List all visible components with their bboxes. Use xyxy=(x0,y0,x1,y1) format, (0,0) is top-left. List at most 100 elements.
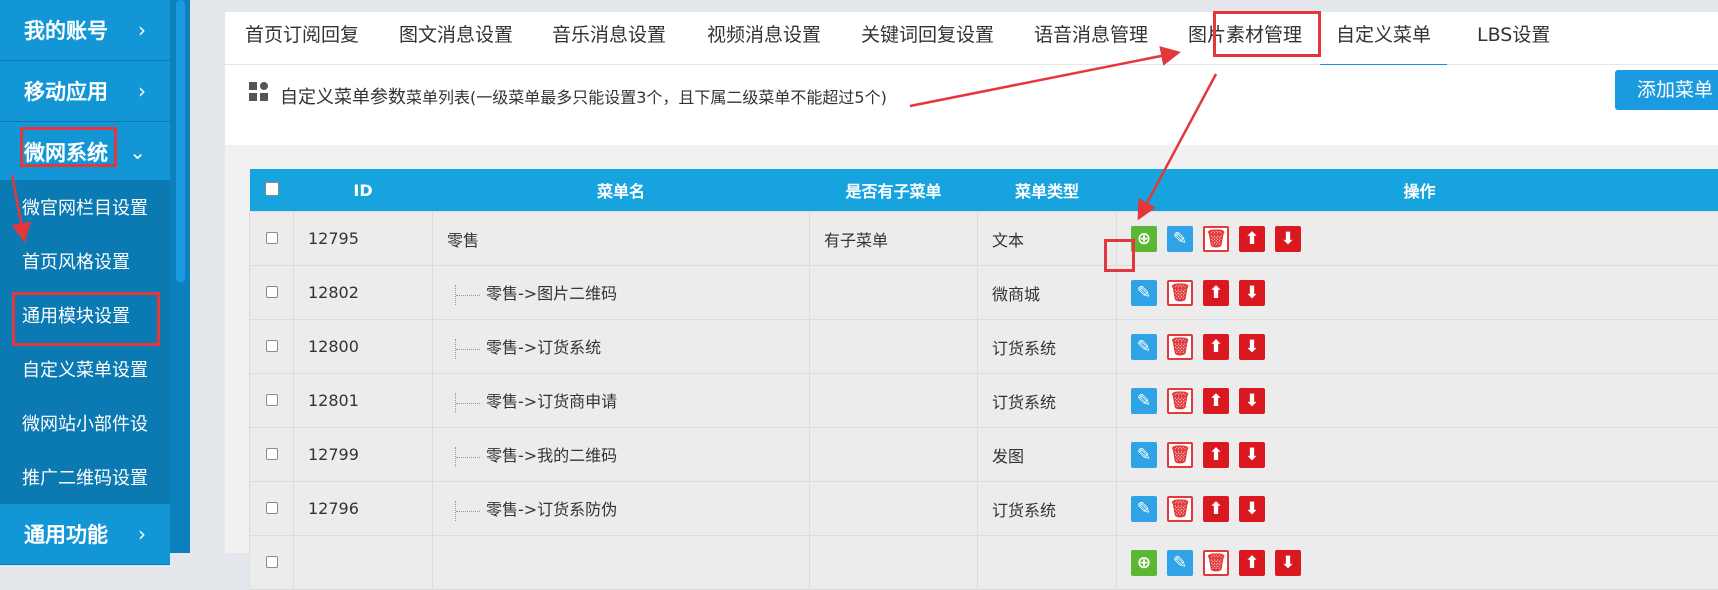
cell-has-sub: 有子菜单 xyxy=(810,212,978,266)
table-row: ⊕ ✎ 🗑 ⬆ ⬇ xyxy=(250,536,1718,590)
move-up-button[interactable]: ⬆ xyxy=(1203,496,1229,522)
add-menu-button[interactable]: 添加菜单 xyxy=(1615,70,1718,110)
menu-table: ID 菜单名 是否有子菜单 菜单类型 操作 12795零售有子菜单文本⊕✎🗑⬆⬇… xyxy=(249,169,1718,590)
move-up-button[interactable]: ⬆ xyxy=(1203,334,1229,360)
move-up-button[interactable]: ⬆ xyxy=(1239,226,1265,252)
move-up-button[interactable]: ⬆ xyxy=(1203,388,1229,414)
cell-id: 12801 xyxy=(294,374,433,428)
cell-actions: ✎ 🗑 ⬆ ⬇ xyxy=(1117,266,1718,320)
cell-actions: ⊕ ✎ 🗑 ⬆ ⬇ xyxy=(1117,212,1718,266)
arrow-up-icon: ⬆ xyxy=(1209,445,1223,465)
edit-button[interactable]: ✎ xyxy=(1167,226,1193,252)
sidebar-subitem-module-settings[interactable]: 通用模块设置 xyxy=(0,288,170,342)
trash-icon: 🗑 xyxy=(1169,445,1191,465)
sidebar-subitem-column-settings[interactable]: 微官网栏目设置 xyxy=(0,180,170,234)
delete-button[interactable]: 🗑 xyxy=(1203,550,1229,576)
add-submenu-button[interactable]: ⊕ xyxy=(1131,226,1157,252)
sidebar-subitem-widgets[interactable]: 微网站小部件设 xyxy=(0,396,170,450)
tab-keyword-reply[interactable]: 关键词回复设置 xyxy=(861,12,994,64)
arrow-up-icon: ⬆ xyxy=(1245,553,1259,573)
sidebar-subitem-custom-menu[interactable]: 自定义菜单设置 xyxy=(0,342,170,396)
column-header-type: 菜单类型 xyxy=(978,169,1117,212)
table-header-row: ID 菜单名 是否有子菜单 菜单类型 操作 xyxy=(250,169,1718,212)
notice-title: 自定义菜单参数菜单列表(一级菜单最多只能设置3个，且下属二级菜单不能超过5个) xyxy=(280,83,887,109)
delete-button[interactable]: 🗑 xyxy=(1167,334,1193,360)
select-all-cell xyxy=(250,169,294,212)
tab-lbs-settings[interactable]: LBS设置 xyxy=(1477,12,1550,64)
add-submenu-button[interactable]: ⊕ xyxy=(1131,550,1157,576)
select-all-checkbox[interactable] xyxy=(265,182,279,196)
cell-has-sub xyxy=(810,482,978,536)
cell-name xyxy=(433,536,810,590)
arrow-down-icon: ⬇ xyxy=(1245,337,1259,357)
sidebar-item-general[interactable]: 通用功能 › xyxy=(0,504,170,565)
cell-type: 订货系统 xyxy=(978,482,1117,536)
arrow-up-icon: ⬆ xyxy=(1209,337,1223,357)
cell-type: 订货系统 xyxy=(978,374,1117,428)
sidebar-subitem-qrcode[interactable]: 推广二维码设置 xyxy=(0,450,170,504)
menu-name-text: 零售->我的二维码 xyxy=(486,446,617,465)
sidebar-subitem-label: 微网站小部件设 xyxy=(22,410,148,436)
tab-home-reply[interactable]: 首页订阅回复 xyxy=(245,12,359,64)
row-checkbox[interactable] xyxy=(266,340,278,352)
arrow-down-icon: ⬇ xyxy=(1245,283,1259,303)
move-down-button[interactable]: ⬇ xyxy=(1239,334,1265,360)
edit-button[interactable]: ✎ xyxy=(1131,280,1157,306)
move-down-button[interactable]: ⬇ xyxy=(1239,496,1265,522)
tab-image-assets[interactable]: 图片素材管理 xyxy=(1188,12,1302,64)
column-header-actions: 操作 xyxy=(1117,169,1718,212)
cell-id: 12799 xyxy=(294,428,433,482)
cell-has-sub xyxy=(810,320,978,374)
row-checkbox[interactable] xyxy=(266,502,278,514)
tab-news-settings[interactable]: 图文消息设置 xyxy=(399,12,513,64)
arrow-up-icon: ⬆ xyxy=(1209,499,1223,519)
cell-actions: ✎ 🗑 ⬆ ⬇ xyxy=(1117,428,1718,482)
row-checkbox[interactable] xyxy=(266,286,278,298)
tab-video-settings[interactable]: 视频消息设置 xyxy=(707,12,821,64)
pencil-icon: ✎ xyxy=(1173,553,1187,573)
sidebar-scrollbar-thumb[interactable] xyxy=(176,0,185,282)
chevron-down-icon: ⌄ xyxy=(129,140,146,164)
sidebar-item-my-account[interactable]: 我的账号 › xyxy=(0,0,170,61)
delete-button[interactable]: 🗑 xyxy=(1167,496,1193,522)
cell-type: 微商城 xyxy=(978,266,1117,320)
sidebar-subitem-style-settings[interactable]: 首页风格设置 xyxy=(0,234,170,288)
tab-voice-manage[interactable]: 语音消息管理 xyxy=(1034,12,1148,64)
tab-music-settings[interactable]: 音乐消息设置 xyxy=(552,12,666,64)
table-row: 12802零售->图片二维码微商城✎🗑⬆⬇ xyxy=(250,266,1718,320)
edit-button[interactable]: ✎ xyxy=(1131,442,1157,468)
move-up-button[interactable]: ⬆ xyxy=(1203,280,1229,306)
tree-connector xyxy=(455,339,482,359)
row-checkbox[interactable] xyxy=(266,448,278,460)
notice-hint: 菜单列表(一级菜单最多只能设置3个，且下属二级菜单不能超过5个) xyxy=(406,88,887,107)
edit-button[interactable]: ✎ xyxy=(1167,550,1193,576)
move-up-button[interactable]: ⬆ xyxy=(1203,442,1229,468)
row-checkbox[interactable] xyxy=(266,556,278,568)
move-down-button[interactable]: ⬇ xyxy=(1275,226,1301,252)
delete-button[interactable]: 🗑 xyxy=(1167,388,1193,414)
tree-connector xyxy=(455,285,482,305)
sidebar: 我的账号 › 移动应用 › 微网系统 ⌄ 微官网栏目设置 首页风格设置 通用模块… xyxy=(0,0,190,553)
move-down-button[interactable]: ⬇ xyxy=(1239,442,1265,468)
delete-button[interactable]: 🗑 xyxy=(1167,442,1193,468)
cell-type: 订货系统 xyxy=(978,320,1117,374)
edit-button[interactable]: ✎ xyxy=(1131,334,1157,360)
tab-custom-menu[interactable]: 自定义菜单 xyxy=(1320,12,1447,67)
table-row: 12801零售->订货商申请订货系统✎🗑⬆⬇ xyxy=(250,374,1718,428)
row-checkbox[interactable] xyxy=(266,232,278,244)
move-down-button[interactable]: ⬇ xyxy=(1239,280,1265,306)
row-checkbox[interactable] xyxy=(266,394,278,406)
edit-button[interactable]: ✎ xyxy=(1131,496,1157,522)
move-up-button[interactable]: ⬆ xyxy=(1239,550,1265,576)
menu-name-text: 零售->图片二维码 xyxy=(486,284,617,303)
sidebar-item-micro-site[interactable]: 微网系统 ⌄ xyxy=(0,122,170,183)
arrow-up-icon: ⬆ xyxy=(1209,391,1223,411)
delete-button[interactable]: 🗑 xyxy=(1167,280,1193,306)
sidebar-item-mobile-apps[interactable]: 移动应用 › xyxy=(0,61,170,122)
edit-button[interactable]: ✎ xyxy=(1131,388,1157,414)
sidebar-subitem-label: 自定义菜单设置 xyxy=(22,356,148,382)
delete-button[interactable]: 🗑 xyxy=(1203,226,1229,252)
move-down-button[interactable]: ⬇ xyxy=(1239,388,1265,414)
move-down-button[interactable]: ⬇ xyxy=(1275,550,1301,576)
trash-icon: 🗑 xyxy=(1205,553,1227,573)
